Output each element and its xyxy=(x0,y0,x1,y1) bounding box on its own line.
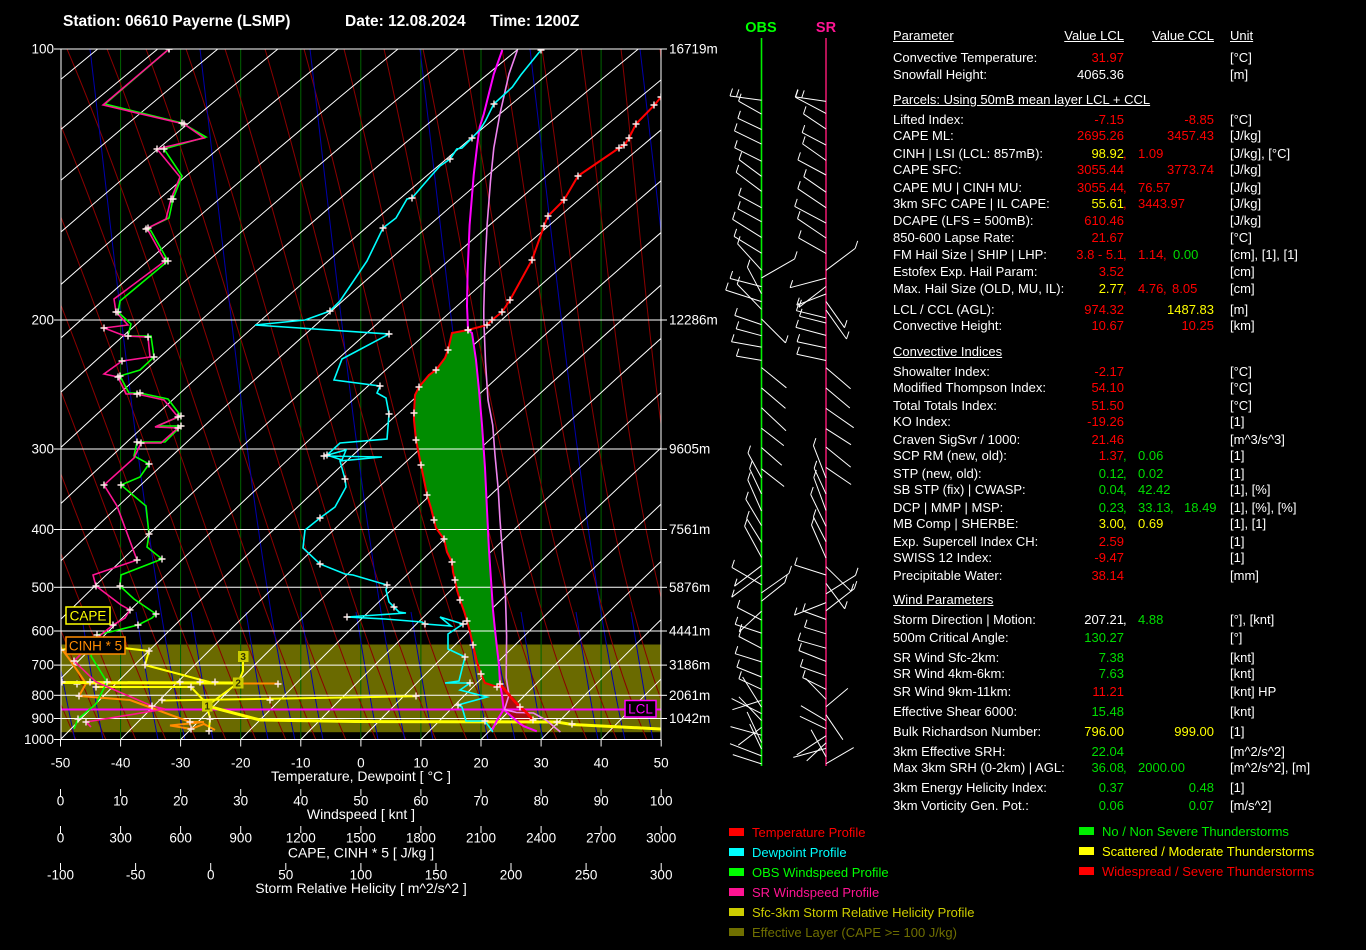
svg-text:0: 0 xyxy=(207,868,215,883)
svg-text:200: 200 xyxy=(500,868,523,883)
svg-text:300: 300 xyxy=(109,831,132,846)
svg-text:-50: -50 xyxy=(126,868,146,883)
svg-text:1200: 1200 xyxy=(286,831,316,846)
svg-text:300: 300 xyxy=(650,868,673,883)
svg-text:600: 600 xyxy=(169,831,192,846)
svg-text:2100: 2100 xyxy=(466,831,496,846)
svg-text:900: 900 xyxy=(229,831,252,846)
svg-text:1500: 1500 xyxy=(346,831,376,846)
svg-text:2700: 2700 xyxy=(586,831,616,846)
svg-text:-100: -100 xyxy=(47,868,74,883)
svg-text:3000: 3000 xyxy=(646,831,676,846)
svg-text:1800: 1800 xyxy=(406,831,436,846)
svg-text:CAPE, CINH * 5 [ J/kg ]: CAPE, CINH * 5 [ J/kg ] xyxy=(288,845,434,861)
svg-text:2400: 2400 xyxy=(526,831,556,846)
svg-text:0: 0 xyxy=(57,831,65,846)
svg-text:250: 250 xyxy=(575,868,598,883)
svg-text:Storm Relative Helicity [ m^2: Storm Relative Helicity [ m^2/s^2 ] xyxy=(255,880,467,896)
